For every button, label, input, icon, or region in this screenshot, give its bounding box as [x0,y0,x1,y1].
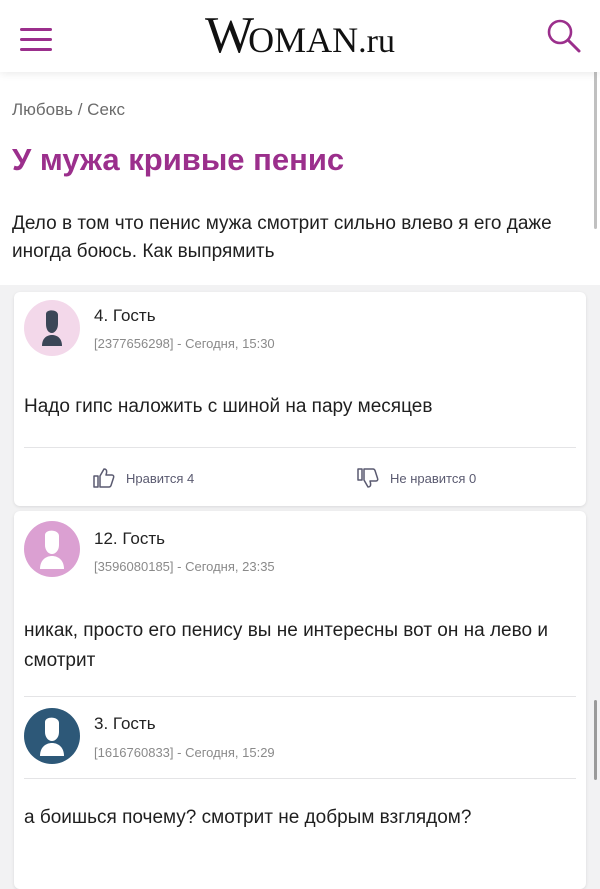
dislike-count-label: Не нравится 0 [390,470,477,486]
page-title: У мужа кривые пенис [12,142,345,177]
menu-line [20,48,52,51]
breadcrumb-sex[interactable]: Секс [87,100,125,119]
question-text: Дело в том что пенис мужа смотрит сильно… [12,213,552,262]
comment-card: 12. Гость [3596080185] - Сегодня, 23:35 … [14,511,586,889]
breadcrumb-love[interactable]: Любовь [12,100,73,119]
breadcrumb: Любовь / Секс [12,100,125,120]
user-silhouette-icon [42,310,62,346]
logo-text: OMAN [248,20,359,60]
comment-text: а боишься почему? смотрит не добрым взгл… [24,807,472,828]
divider [24,447,576,448]
divider [24,696,576,697]
comment-meta: [2377656298] - Сегодня, 15:30 [94,336,275,351]
comment-author[interactable]: 4. Гость [94,306,156,326]
scrollbar-thumb[interactable] [594,700,597,780]
menu-line [20,38,52,41]
menu-line [20,28,52,31]
site-logo[interactable]: WOMAN.ru [150,6,450,64]
like-button[interactable]: Нравится 4 [92,466,194,490]
search-icon-svg [547,19,581,53]
thumbs-up-icon [93,468,115,488]
search-icon[interactable] [544,16,584,56]
hamburger-menu-icon[interactable] [14,16,58,56]
comment-meta: [1616760833] - Сегодня, 15:29 [94,745,275,760]
breadcrumb-separator: / [73,100,88,119]
page: WOMAN.ru Любовь / Секс У мужа кривые пен… [0,0,600,889]
comment-card: 4. Гость [2377656298] - Сегодня, 15:30 Н… [14,292,586,506]
comment-meta: [3596080185] - Сегодня, 23:35 [94,559,275,574]
like-count-label: Нравится 4 [126,470,195,486]
comment-text: никак, просто его пенису вы не интересны… [24,620,548,671]
comment-author[interactable]: 12. Гость [94,529,165,549]
site-header: WOMAN.ru [0,0,600,72]
thumbs-down-icon [357,468,379,488]
logo-letter-w: W [205,7,254,64]
dislike-button[interactable]: Не нравится 0 [356,466,476,490]
user-silhouette-icon [40,717,64,756]
scrollbar[interactable] [594,64,597,229]
avatar[interactable] [24,708,80,764]
comment-author[interactable]: 3. Гость [94,714,156,734]
logo-domain: .ru [358,23,395,60]
user-silhouette-icon [40,530,64,569]
avatar[interactable] [24,521,80,577]
avatar[interactable] [24,300,80,356]
comment-text: Надо гипс наложить с шиной на пару месяц… [24,396,433,417]
divider [24,778,576,779]
